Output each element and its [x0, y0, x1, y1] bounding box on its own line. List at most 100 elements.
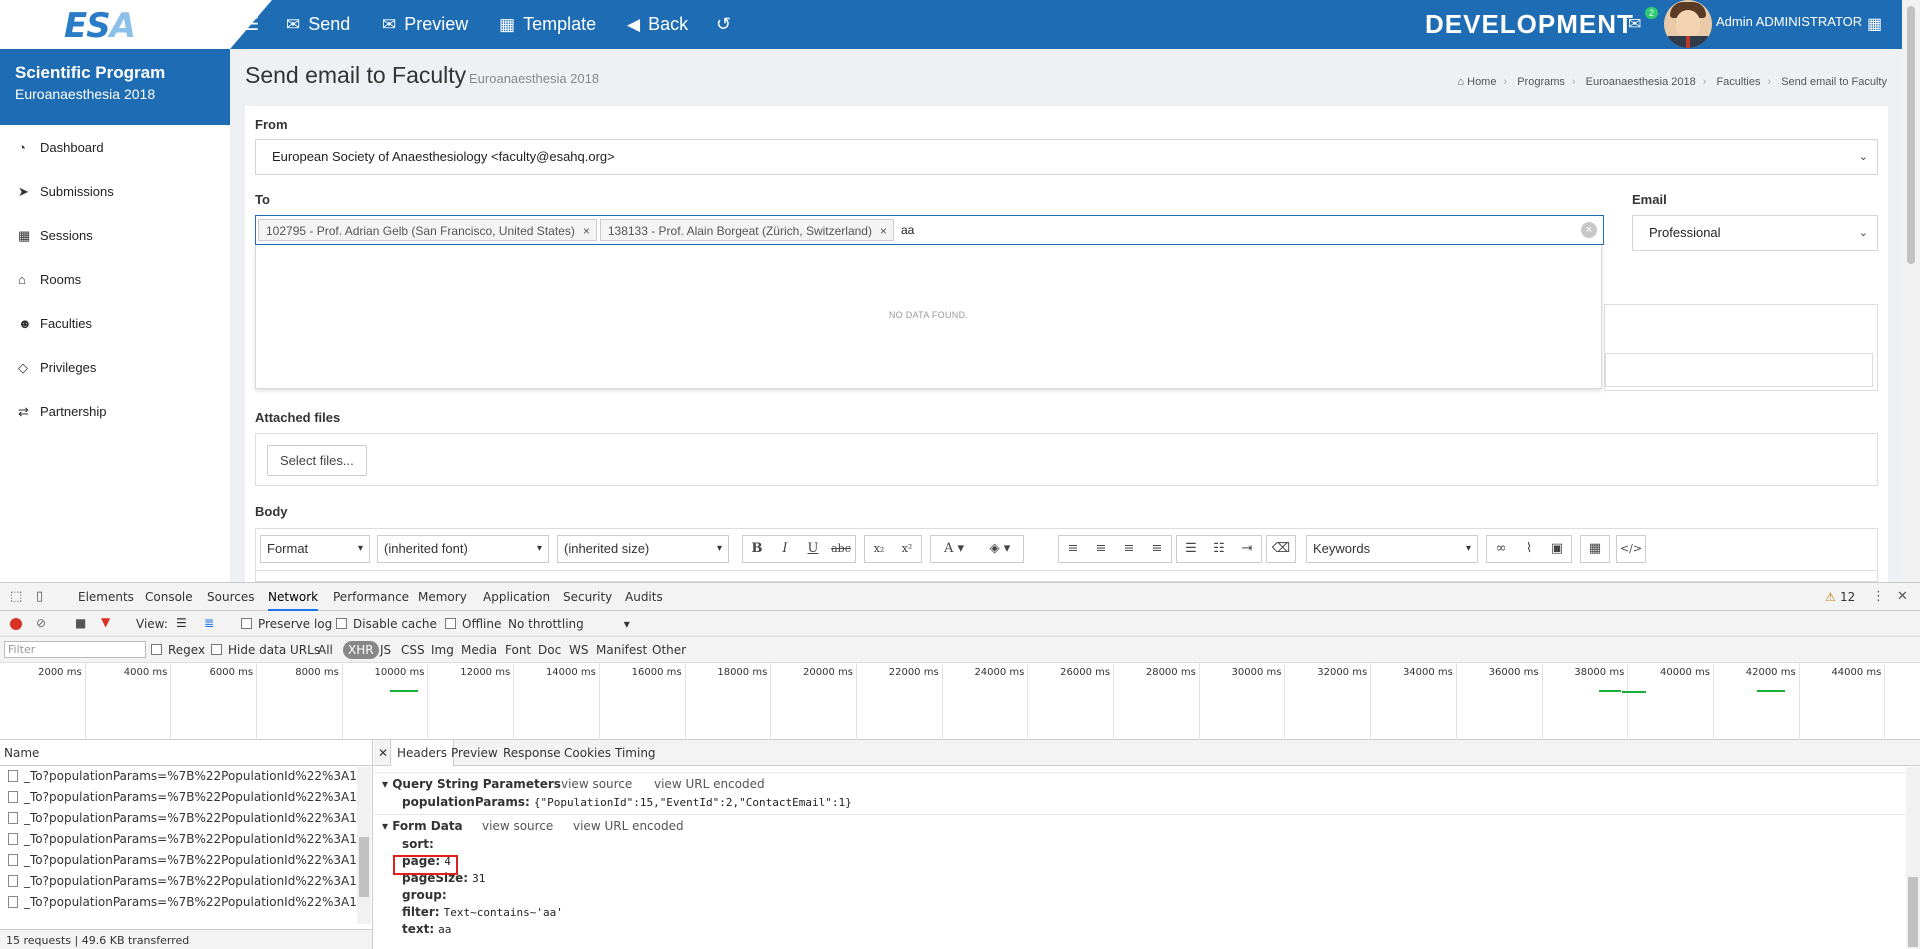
- more-options-icon[interactable]: ⋮: [1872, 589, 1885, 604]
- remove-tag-icon[interactable]: ×: [880, 224, 887, 238]
- align-justify-icon[interactable]: ≡: [1143, 536, 1171, 562]
- tab-performance[interactable]: Performance: [333, 583, 409, 611]
- view-html-icon[interactable]: </>: [1617, 536, 1645, 562]
- eraser-icon[interactable]: ⌫: [1267, 536, 1295, 562]
- query-string-section[interactable]: ▾ Query String Parameters: [382, 777, 561, 791]
- sidebar-item-submissions[interactable]: ➤ Submissions: [0, 170, 230, 214]
- request-row[interactable]: _To?populationParams=%7B%22PopulationId%…: [0, 850, 357, 871]
- breadcrumb-programs[interactable]: Programs: [1517, 76, 1565, 88]
- overview-icon[interactable]: ≣: [204, 616, 214, 630]
- request-row[interactable]: _To?populationParams=%7B%22PopulationId%…: [0, 892, 357, 913]
- type-ws[interactable]: WS: [569, 643, 588, 657]
- type-xhr[interactable]: XHR: [343, 641, 379, 659]
- hide-data-urls-checkbox[interactable]: Hide data URLs: [211, 643, 320, 657]
- record-icon[interactable]: [10, 618, 22, 630]
- warning-count[interactable]: 12: [1840, 590, 1855, 604]
- italic-icon[interactable]: I: [771, 536, 799, 562]
- type-media[interactable]: Media: [461, 643, 497, 657]
- tab-application[interactable]: Application: [483, 583, 550, 611]
- view-url-encoded-link[interactable]: view URL encoded: [654, 777, 765, 791]
- type-all[interactable]: All: [318, 643, 333, 657]
- remove-tag-icon[interactable]: ×: [583, 224, 590, 238]
- sidebar-item-dashboard[interactable]: ◔ Dashboard: [0, 126, 230, 170]
- hamburger-icon[interactable]: ☰: [243, 0, 259, 49]
- align-center-icon[interactable]: ≡: [1087, 536, 1115, 562]
- network-timeline[interactable]: 2000 ms 4000 ms 6000 ms 8000 ms 10000 ms 1200…: [0, 663, 1920, 740]
- tab-response[interactable]: Response: [503, 740, 561, 766]
- underline-icon[interactable]: U: [799, 536, 827, 562]
- esa-logo[interactable]: ESA: [64, 6, 136, 46]
- filter-icon[interactable]: ▼: [101, 615, 110, 629]
- subject-input[interactable]: [1605, 353, 1873, 387]
- type-js[interactable]: JS: [380, 643, 391, 657]
- type-other[interactable]: Other: [652, 643, 686, 657]
- image-icon[interactable]: ▣: [1543, 536, 1571, 562]
- from-select[interactable]: European Society of Anaesthesiology <fac…: [255, 139, 1878, 175]
- align-right-icon[interactable]: ≡: [1115, 536, 1143, 562]
- link-icon[interactable]: ∞: [1487, 536, 1515, 562]
- detail-scrollbar[interactable]: [1906, 767, 1920, 949]
- background-color-icon[interactable]: ◈ ▾: [977, 536, 1023, 562]
- breadcrumb-event[interactable]: Euroanaesthesia 2018: [1586, 76, 1696, 88]
- tab-network[interactable]: Network: [268, 583, 319, 611]
- type-manifest[interactable]: Manifest: [596, 643, 647, 657]
- avatar[interactable]: [1664, 0, 1712, 48]
- attachment-icon[interactable]: ⌇: [1515, 536, 1543, 562]
- view-source-link[interactable]: view source: [561, 777, 632, 791]
- column-name-header[interactable]: Name: [0, 740, 372, 766]
- tab-cookies[interactable]: Cookies: [564, 740, 611, 766]
- inspect-icon[interactable]: ⬚: [10, 589, 22, 604]
- user-name[interactable]: Admin ADMINISTRATOR: [1716, 14, 1862, 29]
- table-icon[interactable]: ▦: [1581, 536, 1609, 562]
- request-row[interactable]: _To?populationParams=%7B%22PopulationId%…: [0, 808, 357, 829]
- numbered-list-icon[interactable]: ☷: [1205, 536, 1233, 562]
- request-row[interactable]: _To?populationParams=%7B%22PopulationId%…: [0, 829, 357, 850]
- email-type-select[interactable]: Professional ⌄: [1632, 215, 1878, 251]
- type-css[interactable]: CSS: [401, 643, 425, 657]
- sidebar-item-rooms[interactable]: ⌂ Rooms: [0, 258, 230, 302]
- template-button[interactable]: ▦ Template: [499, 0, 596, 49]
- indent-icon[interactable]: ⇥: [1233, 536, 1261, 562]
- request-row[interactable]: _To?populationParams=%7B%22PopulationId%…: [0, 787, 357, 808]
- format-select[interactable]: Format ▾: [260, 535, 370, 563]
- type-font[interactable]: Font: [505, 643, 531, 657]
- type-doc[interactable]: Doc: [538, 643, 561, 657]
- bold-icon[interactable]: B: [743, 536, 771, 562]
- warning-icon[interactable]: ⚠: [1825, 590, 1836, 604]
- tab-preview[interactable]: Preview: [451, 740, 498, 766]
- apps-grid-icon[interactable]: ▦: [1867, 14, 1882, 34]
- breadcrumb-faculties[interactable]: Faculties: [1716, 76, 1760, 88]
- align-left-icon[interactable]: ≡: [1059, 536, 1087, 562]
- type-img[interactable]: Img: [431, 643, 454, 657]
- keywords-select[interactable]: Keywords ▾: [1306, 535, 1478, 563]
- to-search-input[interactable]: aa: [897, 219, 914, 241]
- large-rows-icon[interactable]: ☰: [176, 616, 187, 630]
- throttling-select[interactable]: No throttling ▾: [508, 617, 630, 631]
- sidebar-item-privileges[interactable]: ◇ Privileges: [0, 346, 230, 390]
- request-row[interactable]: _To?populationParams=%7B%22PopulationId%…: [0, 766, 357, 787]
- close-detail-icon[interactable]: ✕: [378, 740, 388, 766]
- form-data-section[interactable]: ▾ Form Data: [382, 819, 463, 833]
- regex-checkbox[interactable]: Regex: [151, 643, 205, 657]
- view-url-encoded-link[interactable]: view URL encoded: [573, 819, 684, 833]
- preserve-log-checkbox[interactable]: Preserve log: [241, 617, 332, 631]
- tab-timing[interactable]: Timing: [615, 740, 656, 766]
- tab-headers[interactable]: Headers: [390, 740, 454, 766]
- font-select[interactable]: (inherited font) ▾: [377, 535, 549, 563]
- camera-icon[interactable]: ■: [75, 616, 86, 630]
- tab-sources[interactable]: Sources: [207, 583, 254, 611]
- device-toolbar-icon[interactable]: ▯: [36, 589, 43, 604]
- strikethrough-icon[interactable]: abc: [827, 536, 855, 562]
- page-scrollbar[interactable]: [1902, 0, 1920, 582]
- breadcrumb-home[interactable]: Home: [1467, 76, 1496, 88]
- filter-input[interactable]: Filter: [4, 641, 146, 658]
- tab-security[interactable]: Security: [563, 583, 612, 611]
- back-button[interactable]: ◀ Back: [627, 0, 688, 49]
- bulleted-list-icon[interactable]: ☰: [1177, 536, 1205, 562]
- offline-checkbox[interactable]: Offline: [445, 617, 501, 631]
- tab-elements[interactable]: Elements: [78, 583, 134, 611]
- mail-icon[interactable]: ✉: [1628, 14, 1641, 34]
- sidebar-item-sessions[interactable]: ▦ Sessions: [0, 214, 230, 258]
- sidebar-item-faculties[interactable]: ☻ Faculties: [0, 302, 230, 346]
- superscript-icon[interactable]: x²: [893, 536, 921, 562]
